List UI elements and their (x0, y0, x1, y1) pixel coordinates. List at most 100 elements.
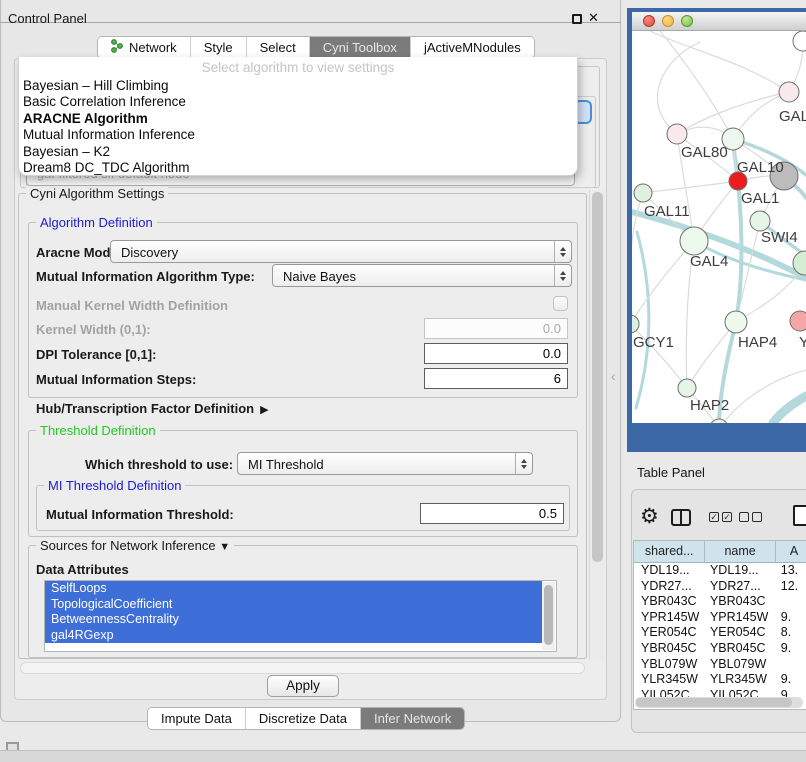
network-node-hap2[interactable] (678, 379, 696, 397)
mi-steps-field[interactable]: 6 (424, 368, 568, 389)
attribute-item[interactable]: gal4RGexp (45, 628, 542, 644)
network-canvas[interactable]: GALGAL80GAL10GAL1GAL11SWI4GAL4GCY1HAP4YH… (632, 31, 806, 423)
data-attributes-label: Data Attributes (36, 562, 129, 577)
mi-threshold-field[interactable]: 0.5 (420, 503, 564, 524)
table-cell: YDR27... (634, 579, 706, 595)
tab-cyni-toolbox[interactable]: Cyni Toolbox (310, 37, 411, 58)
table-hscrollbar[interactable] (635, 697, 803, 708)
tab-style[interactable]: Style (191, 37, 247, 58)
which-threshold-combo[interactable]: MI Threshold (237, 452, 533, 475)
kernel-width-field[interactable]: 0.0 (424, 318, 568, 339)
table-cell: 13. (777, 563, 806, 579)
algorithm-option[interactable]: Bayesian – Hill Climbing (23, 78, 573, 94)
settings-scrollbar-thumb[interactable] (592, 192, 603, 562)
algorithm-option[interactable]: Basic Correlation Inference (23, 94, 573, 110)
checked-checkbox-icon[interactable]: ✓ (722, 512, 732, 522)
float-window-icon[interactable] (572, 14, 582, 24)
attributes-scrollbar-thumb[interactable] (544, 585, 553, 645)
gear-icon[interactable]: ⚙ (640, 504, 659, 529)
table-row[interactable]: YLR345WYLR345W9. (634, 672, 806, 688)
table-panel-title: Table Panel (637, 465, 705, 480)
tab-impute-data[interactable]: Impute Data (148, 708, 246, 729)
tab-infer-network[interactable]: Infer Network (361, 708, 464, 729)
network-node-hap4[interactable] (725, 311, 747, 333)
settings-hscrollbar[interactable] (20, 662, 585, 674)
table-row[interactable]: YPR145WYPR145W9. (634, 610, 806, 626)
algorithm-option[interactable]: Bayesian – K2 (23, 144, 573, 160)
mi-steps-label: Mutual Information Steps: (36, 372, 196, 387)
close-traffic-light[interactable] (643, 15, 655, 27)
table-row[interactable]: YDR27...YDR27...12. (634, 579, 806, 595)
apply-button[interactable]: Apply (267, 675, 339, 697)
network-edge (643, 181, 738, 193)
table-row[interactable]: YBR045CYBR045C9. (634, 641, 806, 657)
app-root: Control Panel ✕ NetworkStyleSelectCyni T… (0, 0, 806, 762)
minimize-traffic-light[interactable] (662, 15, 674, 27)
hub-definition-toggle[interactable]: Hub/Transcription Factor Definition▶ (36, 401, 269, 416)
table-cell: YER054C (706, 625, 777, 641)
tab-discretize-data[interactable]: Discretize Data (246, 708, 361, 729)
columns-icon[interactable] (671, 509, 691, 526)
network-node-swi4[interactable] (750, 211, 770, 231)
mi-algorithm-type-combo[interactable]: Naive Bayes (272, 264, 572, 287)
attribute-item[interactable]: BetweennessCentrality (45, 612, 542, 628)
table-hscrollbar-thumb[interactable] (636, 698, 792, 707)
network-node-gal4[interactable] (680, 227, 708, 255)
collapsed-arrow-icon: ▶ (260, 404, 268, 416)
aracne-mode-value: Discovery (121, 245, 178, 260)
tab-label: Style (204, 40, 233, 55)
attribute-item[interactable]: SelfLoops (45, 581, 542, 597)
network-node-gal11[interactable] (634, 184, 652, 202)
zoom-traffic-light[interactable] (681, 15, 693, 27)
unchecked-checkbox-icon[interactable] (739, 512, 749, 522)
tab-label: Infer Network (374, 711, 451, 726)
control-panel-tabbar: Network Style SelectCyni ToolboxjActiveMNo… (97, 36, 535, 59)
algorithm-option[interactable]: Mutual Information Inference (23, 127, 573, 143)
settings-scrollbar[interactable] (589, 190, 604, 660)
dpi-tolerance-label: DPI Tolerance [0,1]: (36, 347, 156, 362)
dpi-tolerance-field[interactable]: 0.0 (424, 343, 568, 364)
table-column-header[interactable]: name (705, 541, 775, 562)
table-doc-icon[interactable] (793, 505, 806, 526)
network-node-label: GAL11 (644, 203, 690, 220)
network-window-titlebar[interactable] (632, 12, 806, 31)
network-node-label: HAP4 (738, 334, 777, 351)
sources-toggle[interactable]: Sources for Network Inference ▼ (36, 538, 234, 553)
table-cell: YBR043C (706, 594, 777, 610)
unchecked-checkbox-icon[interactable] (752, 512, 762, 522)
algorithm-dropdown-prompt: Select algorithm to view settings (19, 60, 577, 75)
table-cell: YBR045C (634, 641, 706, 657)
algorithm-option[interactable]: Dream8 DC_TDC Algorithm (23, 160, 573, 176)
combo-stepper-icon (515, 453, 532, 474)
network-node-gcy1[interactable] (632, 315, 639, 333)
network-node-gal80[interactable] (667, 124, 687, 144)
table-cell (777, 657, 806, 673)
table-cell: 12. (777, 579, 806, 595)
network-node-label: GAL10 (737, 159, 784, 176)
table-column-header[interactable]: A (776, 541, 806, 562)
network-node-gal[interactable] (779, 82, 799, 102)
attribute-item[interactable]: TopologicalCoefficient (45, 597, 542, 613)
checked-checkbox-icon[interactable]: ✓ (709, 512, 719, 522)
table-cell: YBR045C (706, 641, 777, 657)
network-node[interactable] (793, 31, 806, 51)
algorithm-option[interactable]: ARACNE Algorithm (23, 111, 573, 127)
tab-select[interactable]: Select (247, 37, 310, 58)
table-cell: YBR043C (634, 594, 706, 610)
network-node-y[interactable] (790, 311, 806, 331)
table-row[interactable]: YER054CYER054C8. (634, 625, 806, 641)
tab-network[interactable]: Network (98, 37, 191, 58)
table-row[interactable]: YBR043CYBR043C (634, 594, 806, 610)
table-cell (777, 594, 806, 610)
close-icon[interactable]: ✕ (588, 10, 599, 26)
split-pane-handle[interactable]: ‹ (611, 368, 616, 384)
tab-jactivemnodules[interactable]: jActiveMNodules (411, 37, 534, 58)
data-attributes-list[interactable]: SelfLoopsTopologicalCoefficientBetweenne… (44, 580, 557, 652)
attributes-scrollbar[interactable] (542, 582, 555, 650)
table-row[interactable]: YDL19...YDL19...13. (634, 563, 806, 579)
manual-kernel-width-checkbox[interactable] (553, 296, 568, 311)
aracne-mode-combo[interactable]: Discovery (110, 240, 572, 263)
table-column-header[interactable]: shared... (634, 541, 705, 562)
table-row[interactable]: YBL079WYBL079W (634, 657, 806, 673)
node-table: shared...nameA YDL19...YDL19...13.YDR27.… (633, 540, 806, 710)
